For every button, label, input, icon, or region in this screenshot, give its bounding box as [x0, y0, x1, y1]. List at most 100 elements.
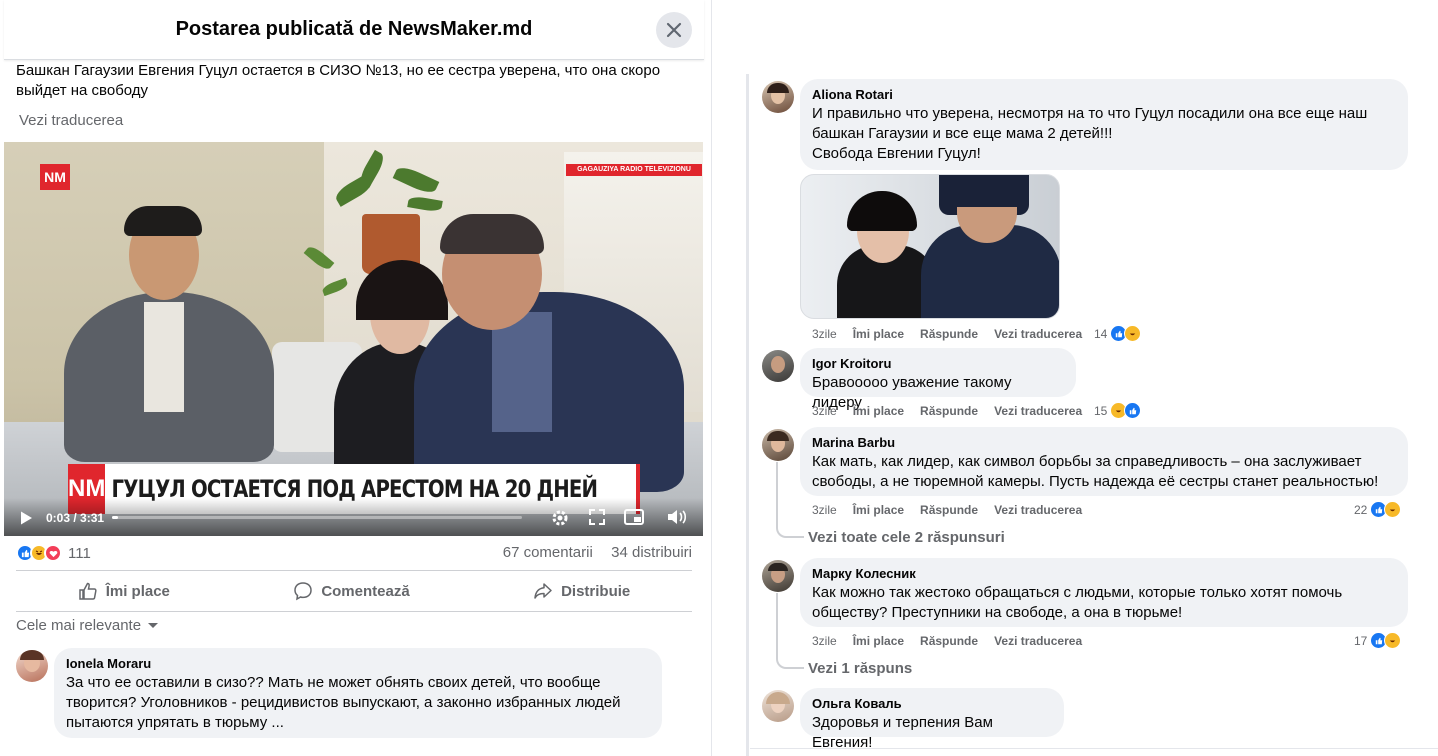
comment-like-link[interactable]: Îmi place — [853, 634, 904, 648]
pip-icon — [624, 509, 644, 525]
comment-like-link[interactable]: Îmi place — [853, 327, 904, 341]
comment-translate-link[interactable]: Vezi traducerea — [994, 503, 1082, 517]
post-text: Башкан Гагаузии Евгения Гуцул остается в… — [16, 62, 661, 99]
post-stats: 111 67 comentarii 34 distribuiri — [16, 540, 692, 568]
share-button[interactable]: Distribuie — [533, 581, 630, 601]
expand-icon — [589, 509, 605, 525]
comment-reply-link[interactable]: Răspunde — [920, 327, 978, 341]
comment-translate-link[interactable]: Vezi traducerea — [994, 634, 1082, 648]
thumbs-up-icon — [78, 582, 97, 600]
comment-reaction-count: 22 — [1354, 502, 1368, 517]
dialog-header: Postarea publicată de NewsMaker.md — [4, 0, 704, 60]
comment-translate-link[interactable]: Vezi traducerea — [994, 404, 1082, 418]
comment-reaction-count: 14 — [1094, 326, 1108, 341]
comment-author[interactable]: Ionela Moraru — [66, 656, 650, 672]
comment-reactions[interactable]: 22 — [1354, 501, 1402, 518]
share-icon — [534, 583, 552, 599]
comment-meta: 3zile Îmi place Răspunde Vezi traducerea — [812, 503, 1082, 517]
comment-text: Как мать, как лидер, как символ борьбы з… — [812, 453, 1379, 490]
view-replies-link[interactable]: Vezi 1 răspuns — [808, 660, 912, 677]
comments-count[interactable]: 67 comentarii — [503, 544, 593, 561]
caret-down-icon — [148, 622, 159, 628]
video-logo: NM — [40, 164, 70, 190]
comment-author[interactable]: Marina Barbu — [812, 435, 1396, 451]
play-button[interactable] — [18, 510, 34, 531]
comment-bubble: Aliona Rotari И правильно что уверена, н… — [800, 79, 1408, 170]
sort-label: Cele mai relevante — [16, 617, 142, 634]
comment-icon — [294, 582, 313, 601]
video-player[interactable]: NM GAGAUZIYA RADIO TELEVIZIONU NM ГУЦУЛ … — [4, 142, 703, 536]
comment-author[interactable]: Aliona Rotari — [812, 87, 1396, 103]
comment-translate-link[interactable]: Vezi traducerea — [994, 327, 1082, 341]
comment-button-label: Comentează — [321, 582, 410, 600]
volume-icon — [668, 510, 687, 524]
comment-author[interactable]: Ольга Коваль — [812, 696, 1052, 712]
bottom-divider — [750, 748, 1438, 749]
like-reaction-icon — [1124, 402, 1142, 419]
video-controls: 0:03 / 3:31 — [4, 498, 703, 536]
avatar[interactable] — [762, 690, 794, 722]
comment-text: И правильно что уверена, несмотря на то … — [812, 105, 1368, 162]
haha-reaction-icon — [1384, 501, 1402, 518]
comment-bubble: Marina Barbu Как мать, как лидер, как си… — [800, 427, 1408, 496]
haha-reaction-icon — [1384, 632, 1402, 649]
settings-button[interactable] — [550, 508, 570, 533]
comment-text: Здоровья и терпения Вам Евгения! — [812, 714, 993, 751]
avatar[interactable] — [16, 650, 48, 682]
panel-divider — [746, 74, 749, 756]
reactions-count: 111 — [68, 544, 91, 562]
volume-button[interactable] — [666, 508, 688, 531]
fullscreen-button[interactable] — [588, 508, 606, 531]
comment-reply-link[interactable]: Răspunde — [920, 503, 978, 517]
gear-icon — [552, 510, 568, 526]
avatar[interactable] — [762, 81, 794, 113]
comment-like-link[interactable]: Îmi place — [853, 503, 904, 517]
comment-reaction-count: 15 — [1094, 403, 1108, 418]
video-progress-fill — [112, 516, 119, 519]
comment-bubble: Марку Колесник Как можно так жестоко обр… — [800, 558, 1408, 627]
comment-time[interactable]: 3zile — [812, 404, 837, 418]
comment-author[interactable]: Igor Kroitoru — [812, 356, 1064, 372]
comment-text: Как можно так жестоко обращаться с людьм… — [812, 584, 1343, 621]
avatar[interactable] — [762, 429, 794, 461]
post-actions: Îmi place Comentează Distribuie — [16, 570, 692, 612]
comment-reply-link[interactable]: Răspunde — [920, 634, 978, 648]
video-progress-bar[interactable] — [112, 516, 522, 519]
comment-reply-link[interactable]: Răspunde — [920, 404, 978, 418]
like-button-label: Îmi place — [105, 582, 170, 600]
miniplayer-button[interactable] — [624, 508, 644, 531]
dialog-title: Postarea publicată de NewsMaker.md — [175, 18, 533, 40]
comment-time[interactable]: 3zile — [812, 634, 837, 648]
comment-button[interactable]: Comentează — [293, 581, 410, 601]
close-button[interactable] — [656, 12, 692, 48]
comment-reactions[interactable]: 14 — [1094, 325, 1142, 342]
like-button[interactable]: Îmi place — [78, 581, 170, 601]
play-icon — [21, 511, 32, 525]
sort-comments-dropdown[interactable]: Cele mai relevante — [16, 617, 159, 634]
see-translation-link[interactable]: Vezi traducerea — [19, 112, 123, 129]
comment-reactions[interactable]: 15 — [1094, 402, 1142, 419]
comment-time[interactable]: 3zile — [812, 327, 837, 341]
reactions-summary[interactable]: 111 — [16, 544, 91, 562]
comment-meta: 3zile Îmi place Răspunde Vezi traducerea — [812, 634, 1082, 648]
comment-attached-photo[interactable] — [800, 174, 1060, 319]
comment-time[interactable]: 3zile — [812, 503, 837, 517]
shares-count[interactable]: 34 distribuiri — [611, 544, 692, 561]
view-replies-link[interactable]: Vezi toate cele 2 răspunsuri — [808, 529, 1005, 546]
video-time: 0:03 / 3:31 — [46, 511, 105, 525]
comment-author[interactable]: Марку Колесник — [812, 566, 1396, 582]
avatar[interactable] — [762, 350, 794, 382]
comment-text: За что ее оставили в сизо?? Мать не може… — [66, 674, 621, 731]
comment-bubble: Ольга Коваль Здоровья и терпения Вам Евг… — [800, 688, 1064, 751]
station-banner: GAGAUZIYA RADIO TELEVIZIONU — [566, 164, 702, 176]
comment-like-link[interactable]: Îmi place — [853, 404, 904, 418]
love-reaction-icon — [44, 544, 62, 562]
comment-meta: 3zile Îmi place Răspunde Vezi traducerea — [812, 404, 1082, 418]
comment-bubble: Ionela Moraru За что ее оставили в сизо?… — [54, 648, 662, 738]
avatar[interactable] — [762, 560, 794, 592]
comment-reactions[interactable]: 17 — [1354, 632, 1402, 649]
comment-bubble: Igor Kroitoru Бравооооо уважение такому … — [800, 348, 1076, 411]
post-dialog: Postarea publicată de NewsMaker.md Башка… — [0, 0, 712, 756]
comment-meta: 3zile Îmi place Răspunde Vezi traducerea — [812, 327, 1082, 341]
screenshot: Postarea publicată de NewsMaker.md Башка… — [0, 0, 1438, 756]
